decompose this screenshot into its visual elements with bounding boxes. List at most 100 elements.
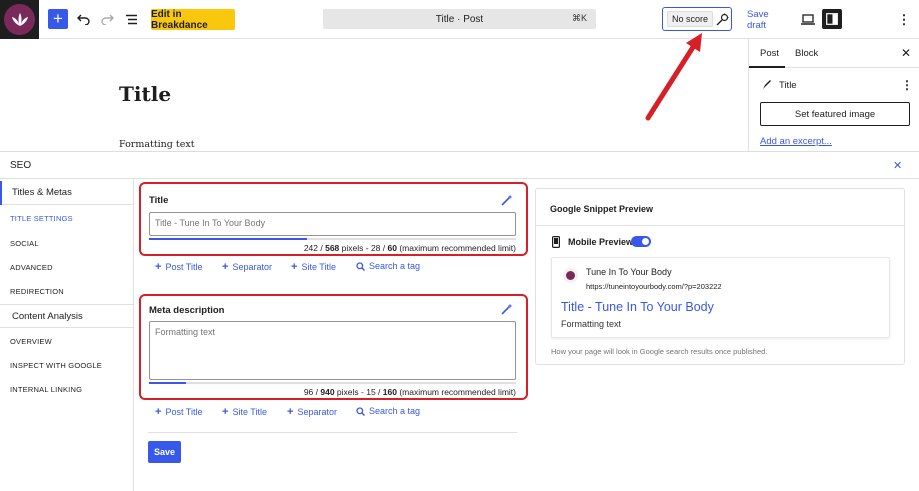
more-vertical-icon: ⋮ [897,11,911,27]
title-pixels-limit: 568 [325,243,340,253]
seo-score-button[interactable]: No score [667,11,713,27]
tag-separator-button[interactable]: + Separator [222,261,272,273]
nav-internal-linking[interactable]: INTERNAL LINKING [10,385,82,394]
meta-chars-separator: / [375,387,383,397]
meta-pixels-used: 96 [303,387,314,397]
post-title-heading[interactable]: Title [119,82,171,106]
search-icon [356,406,365,416]
seo-title-input[interactable]: Title - Tune In To Your Body [149,212,516,236]
close-icon[interactable]: ✕ [893,159,902,172]
add-block-button[interactable]: + [48,9,68,29]
seo-panel-title: SEO [10,160,32,171]
tag-label: Search a tag [369,261,421,271]
edit-in-breakdance-button[interactable]: Edit in Breakdance [151,9,235,31]
mobile-preview-label: Mobile Preview [568,237,634,247]
meta-chars-limit: 160 [382,387,397,397]
options-menu-button[interactable]: ⋮ [897,9,911,30]
save-draft-button[interactable]: Save draft [747,9,789,31]
settings-sidebar-toggle[interactable] [822,9,842,29]
meta-pixels-unit: pixels - [334,387,367,397]
active-nav-indicator [0,181,2,205]
shortcut-hint: ⌘K [571,13,587,23]
title-length-meter-fill [149,238,307,240]
meta-pixels-limit: 940 [320,387,335,397]
nav-title-settings[interactable]: TITLE SETTINGS [10,214,73,223]
search-tag-button[interactable]: Search a tag [356,406,420,416]
document-overview-button[interactable] [124,9,138,30]
tag-label: Post Title [165,262,203,272]
redo-button[interactable] [100,9,114,30]
nav-advanced[interactable]: ADVANCED [10,263,53,272]
search-icon [356,261,365,271]
site-logo[interactable] [0,0,39,39]
search-tag-button[interactable]: Search a tag [356,261,420,271]
tag-label: Site Title [232,407,267,417]
toggle-knob [642,238,649,245]
site-favicon [563,268,578,283]
close-icon[interactable]: ✕ [901,46,911,60]
magic-wand-icon[interactable] [501,303,513,315]
serp-title: Title - Tune In To Your Body [561,300,714,314]
seo-score-widget[interactable]: No score [662,7,732,31]
google-snippet-preview: Google Snippet Preview Mobile Preview Tu… [535,188,905,365]
tag-label: Separator [297,407,337,417]
meta-description-label: Meta description [149,305,225,316]
title-pixels-used: 242 [303,243,318,253]
add-excerpt-link[interactable]: Add an excerpt... [760,136,832,147]
title-length-counter: 242 / 568 pixels - 28 / 60 (maximum reco… [250,243,516,253]
undo-button[interactable] [76,9,90,30]
serp-description: Formatting text [561,319,622,329]
block-title-label: Title [779,80,797,91]
pen-icon [763,80,771,89]
settings-sidebar: Post Block ✕ Title ⋮ Set featured image … [748,39,919,151]
active-tab-indicator [749,66,785,68]
meta-chars-used: 15 [366,387,376,397]
serp-url: https://tuneintoyourbody.com/?p=203222 [586,282,722,291]
nav-redirection[interactable]: REDIRECTION [10,287,64,296]
plus-icon: + [155,406,162,418]
tab-block[interactable]: Block [795,48,818,59]
preview-button[interactable] [800,9,816,30]
mobile-icon [552,236,560,248]
nav-titles-metas-label: Titles & Metas [12,187,72,198]
tab-post[interactable]: Post [760,48,779,59]
more-vertical-icon[interactable]: ⋮ [901,78,913,92]
seo-navigation: Titles & Metas TITLE SETTINGS SOCIAL ADV… [0,179,134,491]
tag-separator-button[interactable]: + Separator [287,406,337,418]
meta-length-meter [149,382,516,384]
meta-description-placeholder: Formatting text [155,327,216,337]
command-palette-bar[interactable]: Title · Post ⌘K [323,9,596,29]
magic-wand-icon[interactable] [501,194,513,206]
nav-inspect-with-google[interactable]: INSPECT WITH GOOGLE [10,361,102,370]
snippet-heading: Google Snippet Preview [536,189,904,226]
plus-icon: + [155,261,162,273]
redo-icon [100,14,114,25]
lotus-logo-icon [566,271,575,280]
tag-post-title-button[interactable]: + Post Title [155,406,202,418]
sidebar-icon [826,13,838,25]
meta-length-counter: 96 / 940 pixels - 15 / 160 (maximum reco… [250,387,516,397]
laptop-icon [801,14,815,25]
tag-post-title-button[interactable]: + Post Title [155,261,202,273]
set-featured-image-button[interactable]: Set featured image [760,102,910,126]
nav-overview[interactable]: OVERVIEW [10,337,52,346]
nav-social[interactable]: SOCIAL [10,239,39,248]
sidebar-tabs: Post Block ✕ [749,39,919,68]
tag-site-title-button[interactable]: + Site Title [291,261,336,273]
document-title-text: Title · Post [435,13,484,25]
meta-description-textarea[interactable]: Formatting text [149,321,516,380]
paragraph-block[interactable]: Formatting text [119,139,195,150]
title-field-label: Title [149,195,169,206]
undo-icon [76,14,90,25]
lotus-logo-icon [4,4,35,35]
mobile-preview-toggle[interactable] [631,236,651,247]
save-seo-button[interactable]: Save [148,441,181,463]
tag-site-title-button[interactable]: + Site Title [222,406,267,418]
annotation-arrow [645,33,702,121]
divider [148,432,517,433]
plus-icon: + [222,261,229,273]
nav-content-analysis[interactable]: Content Analysis [0,304,134,328]
nav-titles-metas[interactable]: Titles & Metas [0,181,134,205]
nav-content-analysis-label: Content Analysis [12,310,83,322]
title-limit-note: (maximum recommended limit) [396,243,516,253]
